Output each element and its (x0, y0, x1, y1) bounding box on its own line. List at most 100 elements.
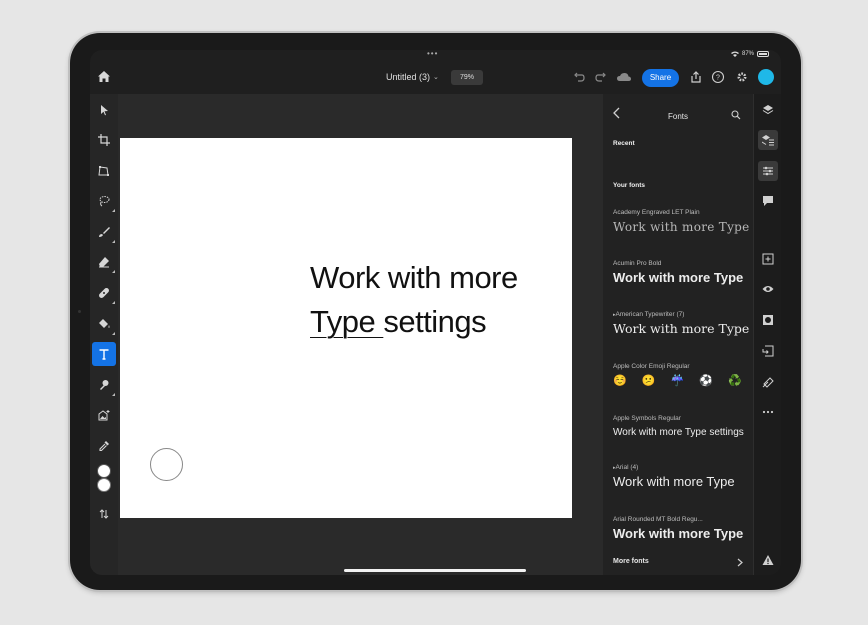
fill-stroke-icon (762, 377, 774, 388)
fill-tool[interactable] (92, 312, 116, 336)
font-sample: Work with more Type (613, 270, 744, 285)
chevron-down-icon: ⌄ (433, 74, 439, 81)
home-indicator-bar[interactable] (344, 569, 526, 572)
user-avatar[interactable] (758, 69, 774, 85)
search-icon[interactable] (731, 110, 741, 120)
add-layer-button[interactable] (758, 249, 778, 269)
redo-icon[interactable] (594, 70, 608, 84)
mask-icon (763, 315, 773, 325)
font-sample: Work with more Type (613, 474, 735, 489)
canvas-text-layer[interactable]: Work with more Type settings (310, 256, 518, 344)
canvas-text-selected-word: Type (310, 304, 384, 339)
eyedropper-icon (99, 441, 109, 452)
font-sample: Work with more Type (613, 220, 750, 234)
submenu-corner (112, 332, 115, 335)
more-fonts-row[interactable]: More fonts (613, 558, 743, 567)
zoom-level[interactable]: 79% (451, 70, 483, 85)
your-fonts-section-label: Your fonts (613, 182, 646, 189)
mask-button[interactable] (758, 310, 778, 330)
battery-icon (757, 51, 769, 57)
home-icon[interactable] (97, 70, 111, 84)
clipping-button[interactable] (758, 341, 778, 361)
chevron-right-icon (737, 558, 743, 567)
settings-gear-icon[interactable] (735, 70, 749, 84)
fonts-panel-header: Fonts (603, 94, 753, 130)
submenu-corner (112, 240, 115, 243)
font-name: ▸Arial (4) (613, 463, 753, 473)
eraser-tool[interactable] (92, 250, 116, 274)
font-item[interactable]: Arial Rounded MT Bold Regu... Work with … (613, 515, 753, 543)
font-item[interactable]: Acumin Pro Bold Work with more Type (613, 259, 753, 287)
paint-bucket-icon (99, 319, 110, 328)
more-fonts-label: More fonts (613, 558, 649, 565)
status-right: 87% (730, 51, 769, 57)
comments-button[interactable] (758, 191, 778, 211)
stamp-icon (100, 380, 109, 390)
cloud-icon[interactable] (616, 70, 632, 84)
help-icon[interactable]: ? (711, 70, 725, 84)
font-item[interactable]: Apple Symbols Regular Work with more Typ… (613, 414, 753, 442)
font-item[interactable]: ▸Arial (4) Work with more Type (613, 463, 753, 491)
crop-tool[interactable] (92, 128, 116, 152)
layers-button[interactable] (758, 100, 778, 120)
right-panel-bar (753, 94, 781, 575)
layers-icon (762, 105, 774, 115)
share-button[interactable]: Share (642, 69, 679, 87)
adjustments-button[interactable] (758, 161, 778, 181)
lasso-icon (99, 196, 110, 207)
svg-text:?: ? (716, 75, 720, 82)
swap-colors-tool[interactable] (92, 502, 116, 526)
font-sample: Work with more Type (613, 321, 750, 336)
font-family-name: American Typewriter (7) (615, 311, 685, 318)
fill-stroke-button[interactable] (758, 372, 778, 392)
touch-shortcut-circle[interactable] (150, 448, 183, 481)
brush-tool[interactable] (92, 220, 116, 244)
font-item[interactable]: Apple Color Emoji Regular ☺️ 😕 ☔ ⚽ ♻️ (613, 362, 753, 390)
battery-percent: 87% (741, 51, 754, 57)
submenu-corner (112, 270, 115, 273)
fonts-panel: Fonts Recent Your fonts Academy Engraved… (603, 94, 753, 575)
artboard[interactable]: Work with more Type settings (120, 138, 572, 518)
eye-icon (762, 286, 774, 292)
eyedropper-tool[interactable] (92, 434, 116, 458)
document-title-text: Untitled (3) (386, 72, 431, 82)
multitask-dots[interactable]: ••• (427, 50, 438, 58)
comment-icon (763, 196, 773, 206)
export-icon[interactable] (689, 70, 703, 84)
font-family-name: Arial (4) (615, 464, 639, 471)
bandage-icon (99, 288, 109, 298)
top-toolbar: Untitled (3) ⌄ 79% Share ? (90, 62, 781, 94)
type-tool[interactable] (92, 342, 116, 366)
font-name: Acumin Pro Bold (613, 260, 662, 267)
foreground-color-swatch[interactable] (97, 464, 111, 478)
add-layer-icon (762, 253, 774, 265)
transform-tool[interactable] (92, 159, 116, 183)
alert-button[interactable] (758, 550, 778, 570)
layer-properties-button[interactable] (758, 130, 778, 150)
more-dots-icon (762, 410, 774, 414)
image-add-icon (98, 410, 110, 421)
canvas-area[interactable]: Work with more Type settings (118, 94, 603, 575)
brush-icon (99, 227, 110, 237)
left-toolbar (90, 94, 118, 575)
canvas-text-line2-rest: settings (383, 304, 487, 339)
layer-properties-icon (762, 135, 774, 146)
font-item[interactable]: Academy Engraved LET Plain Work with mor… (613, 208, 753, 236)
lasso-tool[interactable] (92, 189, 116, 213)
document-title[interactable]: Untitled (3) ⌄ (386, 72, 439, 82)
more-options-button[interactable] (758, 402, 778, 422)
clone-tool[interactable] (92, 373, 116, 397)
font-item[interactable]: ▸American Typewriter (7) Work with more … (613, 310, 753, 338)
healing-tool[interactable] (92, 281, 116, 305)
font-sample: Work with more Type (613, 526, 744, 541)
select-arrow-icon (101, 105, 108, 116)
canvas-text-line2: Type settings (310, 300, 518, 344)
app-screen: ••• 87% Untitled (3) ⌄ 79% Share ? Work … (90, 50, 781, 575)
move-tool[interactable] (92, 98, 116, 122)
warning-icon (762, 555, 774, 565)
undo-icon[interactable] (572, 70, 586, 84)
visibility-button[interactable] (758, 279, 778, 299)
recent-section-label: Recent (613, 140, 635, 147)
place-image-tool[interactable] (92, 403, 116, 427)
background-color-swatch[interactable] (97, 478, 111, 492)
